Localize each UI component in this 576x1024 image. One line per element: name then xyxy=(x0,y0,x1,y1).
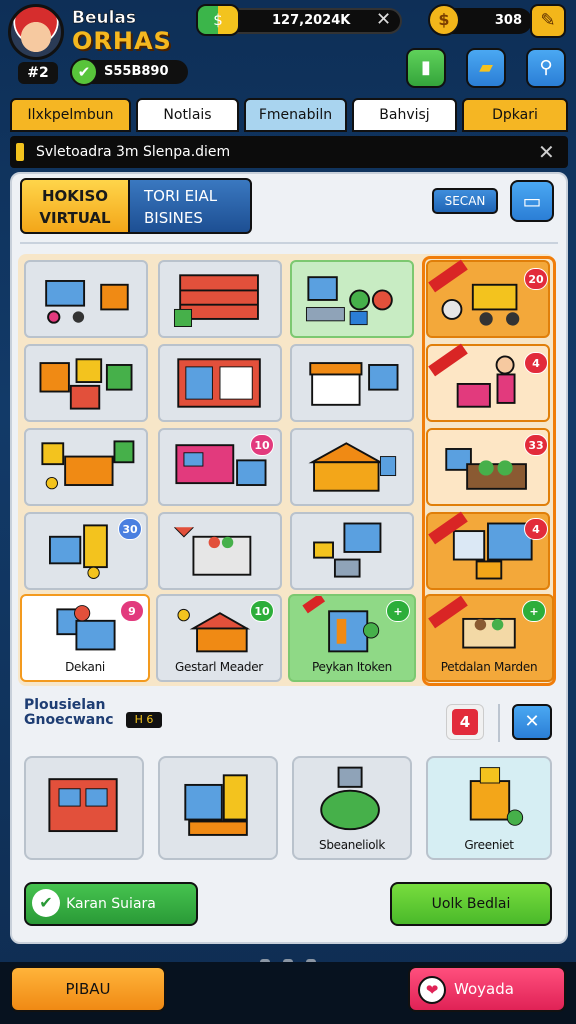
player-avatar[interactable] xyxy=(8,4,64,60)
item-label: Gestarl Meader xyxy=(175,660,263,674)
item-badge: + xyxy=(386,600,410,622)
item-label: Peykan Itoken xyxy=(311,660,392,674)
treasure-button[interactable]: ▰ xyxy=(466,48,506,88)
item-tile-display-shelf[interactable] xyxy=(158,344,282,422)
banner-marker xyxy=(16,143,24,161)
section-title-line2: Gnoecwanc xyxy=(24,712,114,728)
panel-title: HOKISO VIRTUAL xyxy=(20,178,130,234)
item-badge: 33 xyxy=(524,434,548,456)
search-label-button[interactable]: SECAN xyxy=(432,188,498,214)
item-tile-monitor[interactable] xyxy=(290,512,414,590)
close-icon[interactable]: ✕ xyxy=(376,9,391,31)
tab-0[interactable]: Ilxkpelmbun xyxy=(10,98,131,132)
item-badge: 9 xyxy=(120,600,144,622)
notification-button[interactable]: 4 xyxy=(446,704,484,740)
check-icon: ✔ xyxy=(32,889,60,917)
item-badge: 20 xyxy=(524,268,548,290)
level-badge: #2 xyxy=(18,62,58,84)
item-tile-market-stall[interactable] xyxy=(290,344,414,422)
item-tile-shopping-cart[interactable] xyxy=(24,260,148,338)
coin-icon: $ xyxy=(428,4,460,36)
notification-banner: Svletoadra 3m Slenpa.diem xyxy=(10,136,568,168)
tab-4[interactable]: Dpkari xyxy=(462,98,568,132)
item-badge: 10 xyxy=(250,600,274,622)
player-subtitle: ORHAS xyxy=(72,27,172,55)
card-label: Sbeaneliolk xyxy=(319,838,385,852)
item-badge: + xyxy=(522,600,546,622)
notification-count: 4 xyxy=(452,709,478,735)
cart-button[interactable]: ▭ xyxy=(510,180,554,222)
section-title-line1: Plousielan xyxy=(24,697,106,713)
card-label: Greeniet xyxy=(464,838,514,852)
tab-2[interactable]: Fmenabiln xyxy=(244,98,347,132)
tool-button[interactable]: ✎ xyxy=(530,4,566,38)
item-badge: 4 xyxy=(524,518,548,540)
tab-1[interactable]: Notlais xyxy=(136,98,239,132)
inventory-button[interactable]: ▮ xyxy=(406,48,446,88)
item-tile-warehouse[interactable] xyxy=(290,428,414,506)
card-workshop[interactable] xyxy=(24,756,144,860)
divider xyxy=(20,242,558,244)
cash-counter: 127,2024K xyxy=(212,8,402,34)
pibau-button[interactable]: PIBAU xyxy=(10,966,166,1012)
divider xyxy=(498,704,500,742)
item-label: Petdalan Marden xyxy=(440,660,538,674)
item-tile-produce-box[interactable] xyxy=(158,512,282,590)
item-badge: 30 xyxy=(118,518,142,540)
section-badge: H 6 xyxy=(126,712,162,728)
item-badge: 4 xyxy=(524,352,548,374)
uolk-bedlai-button[interactable]: Uolk Bedlai xyxy=(390,882,552,926)
item-badge: 10 xyxy=(250,434,274,456)
item-label: Dekani xyxy=(65,660,105,674)
item-tile-computer-desk[interactable] xyxy=(290,260,414,338)
panel-subtitle: TORI EIAL BISINES xyxy=(128,178,252,234)
search-button[interactable]: ⚲ xyxy=(526,48,566,88)
item-tile-shelves[interactable] xyxy=(158,260,282,338)
cash-icon: $ xyxy=(196,4,240,36)
tools-button[interactable]: ✕ xyxy=(512,704,552,740)
gem-icon: ✔ xyxy=(70,58,98,86)
heart-icon: ❤ xyxy=(418,976,446,1004)
section-title: Plousielan Gnoecwanc xyxy=(24,698,114,728)
item-tile-counter[interactable] xyxy=(24,428,148,506)
tab-3[interactable]: Bahvisj xyxy=(352,98,457,132)
player-name: Beulas xyxy=(72,8,137,29)
banner-close-icon[interactable]: ✕ xyxy=(538,140,555,164)
card-studio[interactable] xyxy=(158,756,278,860)
item-tile-crates[interactable] xyxy=(24,344,148,422)
